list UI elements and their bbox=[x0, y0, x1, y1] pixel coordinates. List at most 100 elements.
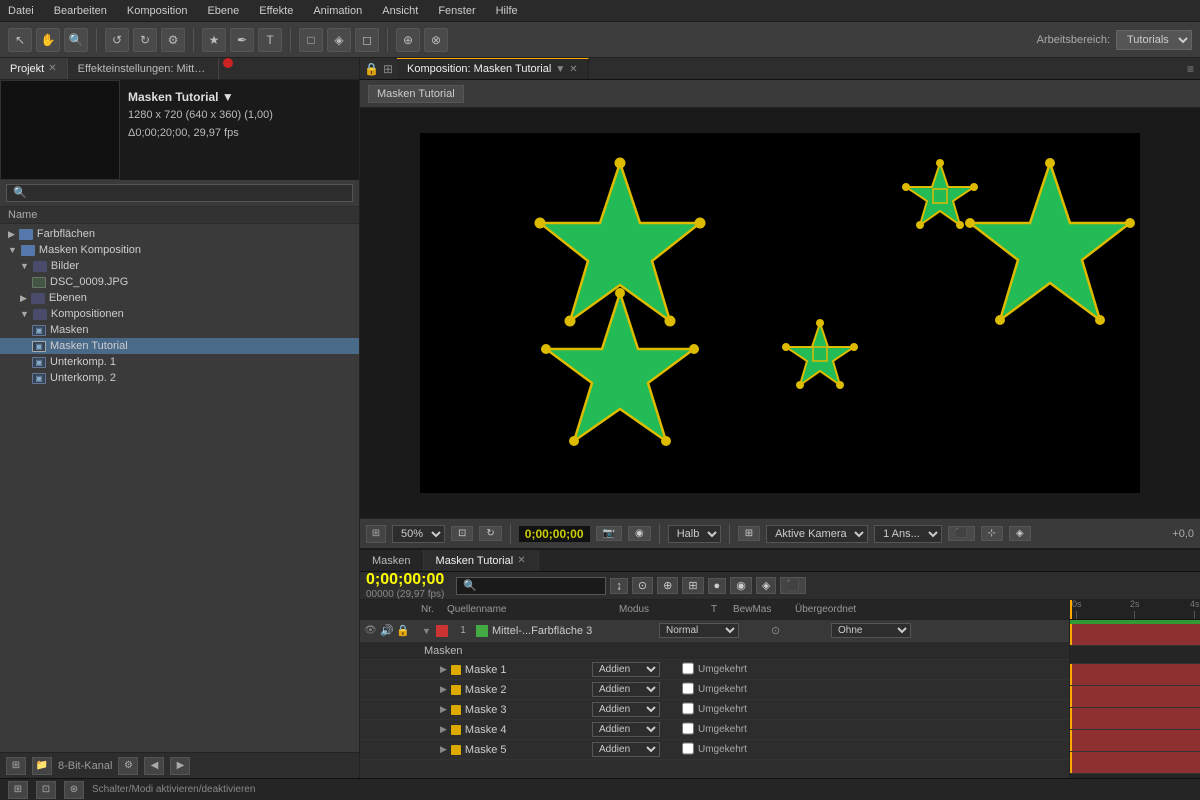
comp-tab-close[interactable]: ✕ bbox=[569, 64, 577, 75]
addieren-select-2[interactable]: Addien bbox=[592, 682, 660, 697]
next-btn[interactable]: ▶ bbox=[170, 757, 190, 775]
tool-paint[interactable]: ⊗ bbox=[424, 28, 448, 52]
menu-ansicht[interactable]: Ansicht bbox=[378, 3, 422, 19]
status-btn-3[interactable]: ⊛ bbox=[64, 781, 84, 799]
tl-tab-close[interactable]: ✕ bbox=[517, 555, 525, 566]
camera-select[interactable]: Aktive Kamera bbox=[766, 525, 868, 543]
mask-2-check[interactable] bbox=[682, 682, 696, 698]
tool-mask[interactable]: ◈ bbox=[327, 28, 351, 52]
tl-btn-7[interactable]: ◈ bbox=[756, 577, 776, 594]
mask-3-checkbox[interactable] bbox=[682, 702, 694, 715]
comp-refresh-btn[interactable]: ↻ bbox=[479, 526, 501, 541]
timeline-current-time[interactable]: 0;00;00;00 bbox=[366, 571, 444, 589]
tree-item-kompositionen[interactable]: ▼ Kompositionen bbox=[0, 306, 359, 322]
tool-settings[interactable]: ⚙ bbox=[161, 28, 185, 52]
tool-clone[interactable]: ⊕ bbox=[396, 28, 420, 52]
addieren-select-5[interactable]: Addien bbox=[592, 742, 660, 757]
status-btn-1[interactable]: ⊞ bbox=[8, 781, 28, 799]
prev-btn[interactable]: ◀ bbox=[144, 757, 164, 775]
quality-select[interactable]: Halb bbox=[668, 525, 721, 543]
grid-btn[interactable]: ⊞ bbox=[738, 526, 760, 541]
layer-row-1[interactable]: 👁 🔊 🔒 ▼ 1 Mittel-...Farbfläche 3 Normal bbox=[360, 620, 1069, 642]
comp-name-btn[interactable]: Masken Tutorial bbox=[368, 85, 464, 103]
comp-tab-masken-tutorial[interactable]: Komposition: Masken Tutorial ▼ ✕ bbox=[397, 58, 589, 79]
mask-4-check[interactable] bbox=[682, 722, 696, 738]
tl-tab-masken[interactable]: Masken bbox=[360, 550, 424, 571]
menu-effekte[interactable]: Effekte bbox=[255, 3, 297, 19]
tab-effect-settings[interactable]: Effekteinstellungen: Mittel-Grün f bbox=[68, 58, 219, 79]
menu-bearbeiten[interactable]: Bearbeiten bbox=[50, 3, 111, 19]
tl-tab-masken-tutorial[interactable]: Masken Tutorial ✕ bbox=[424, 550, 539, 571]
status-btn-2[interactable]: ⊡ bbox=[36, 781, 56, 799]
mask-5-check[interactable] bbox=[682, 742, 696, 758]
mask-1-checkbox[interactable] bbox=[682, 662, 694, 675]
mask-1-check[interactable] bbox=[682, 662, 696, 678]
comp-tab-dropdown[interactable]: ▼ bbox=[555, 64, 565, 75]
tab-project-close[interactable]: ✕ bbox=[48, 63, 56, 74]
mask-4-checkbox[interactable] bbox=[682, 722, 694, 735]
snapshot-btn[interactable]: 📷 bbox=[596, 526, 622, 541]
tree-item-masken-tutorial[interactable]: ▣ Masken Tutorial bbox=[0, 338, 359, 354]
tree-item-masken[interactable]: ▣ Masken bbox=[0, 322, 359, 338]
layer-expand-1[interactable]: ▼ bbox=[422, 626, 434, 636]
mask-2-checkbox[interactable] bbox=[682, 682, 694, 695]
tl-btn-1[interactable]: ↨ bbox=[610, 578, 628, 594]
workspace-select[interactable]: Tutorials bbox=[1116, 30, 1192, 50]
view-select[interactable]: 1 Ans... bbox=[874, 525, 942, 543]
tool-undo[interactable]: ↺ bbox=[105, 28, 129, 52]
tab-project[interactable]: Projekt ✕ bbox=[0, 58, 68, 79]
addieren-select-4[interactable]: Addien bbox=[592, 722, 660, 737]
bit-depth-btn[interactable]: ⚙ bbox=[118, 757, 138, 775]
3d-btn[interactable]: ⊹ bbox=[981, 526, 1003, 541]
tool-select[interactable]: ↖ bbox=[8, 28, 32, 52]
light-btn[interactable]: ◈ bbox=[1009, 526, 1031, 541]
addieren-select-3[interactable]: Addien bbox=[592, 702, 660, 717]
modus-select-1[interactable]: Normal bbox=[659, 623, 739, 638]
comp-playback-btn[interactable]: ⊞ bbox=[366, 525, 386, 543]
tl-btn-8[interactable]: ⬛ bbox=[780, 577, 806, 594]
tree-item-farbflachen[interactable]: ▶ Farbflächen bbox=[0, 226, 359, 242]
tl-btn-3[interactable]: ⊕ bbox=[657, 577, 678, 594]
layer-lock-1[interactable]: 🔒 bbox=[396, 624, 410, 637]
menu-fenster[interactable]: Fenster bbox=[434, 3, 479, 19]
tool-eraser[interactable]: ◻ bbox=[355, 28, 379, 52]
layer-eye-1[interactable]: 👁 bbox=[364, 625, 378, 636]
mask-row-4[interactable]: ▶ Maske 4 Addien Umgekehrt bbox=[360, 720, 1069, 740]
menu-hilfe[interactable]: Hilfe bbox=[492, 3, 522, 19]
mask-row-5[interactable]: ▶ Maske 5 Addien Umgekehrt bbox=[360, 740, 1069, 760]
tree-item-masken-komposition[interactable]: ▼ Masken Komposition bbox=[0, 242, 359, 258]
comp-menu-icon[interactable]: ≡ bbox=[1187, 62, 1194, 76]
tree-item-ebenen[interactable]: ▶ Ebenen bbox=[0, 290, 359, 306]
addieren-select-1[interactable]: Addien bbox=[592, 662, 660, 677]
tree-item-unterkomp2[interactable]: ▣ Unterkomp. 2 bbox=[0, 370, 359, 386]
tool-text[interactable]: T bbox=[258, 28, 282, 52]
tl-btn-6[interactable]: ◉ bbox=[730, 577, 752, 594]
mask-row-1[interactable]: ▶ Maske 1 Addien Umgekehrt bbox=[360, 660, 1069, 680]
menu-animation[interactable]: Animation bbox=[309, 3, 366, 19]
menu-datei[interactable]: Datei bbox=[4, 3, 38, 19]
tree-item-bilder[interactable]: ▼ Bilder bbox=[0, 258, 359, 274]
comp-fit-btn[interactable]: ⊡ bbox=[451, 526, 473, 541]
timeline-search-input[interactable] bbox=[456, 577, 606, 595]
menu-komposition[interactable]: Komposition bbox=[123, 3, 192, 19]
tree-item-unterkomp1[interactable]: ▣ Unterkomp. 1 bbox=[0, 354, 359, 370]
project-search-input[interactable] bbox=[6, 184, 353, 202]
zoom-select[interactable]: 50% bbox=[392, 525, 445, 543]
tl-btn-4[interactable]: ⊞ bbox=[682, 577, 703, 594]
tool-redo[interactable]: ↻ bbox=[133, 28, 157, 52]
mask-row-2[interactable]: ▶ Maske 2 Addien Umgekehrt bbox=[360, 680, 1069, 700]
tl-btn-2[interactable]: ⊙ bbox=[632, 577, 653, 594]
new-comp-btn[interactable]: ⊞ bbox=[6, 757, 26, 775]
mask-row-3[interactable]: ▶ Maske 3 Addien Umgekehrt bbox=[360, 700, 1069, 720]
new-folder-btn[interactable]: 📁 bbox=[32, 757, 52, 775]
tree-item-dsc0009[interactable]: DSC_0009.JPG bbox=[0, 274, 359, 290]
tool-pen[interactable]: ✒ bbox=[230, 28, 254, 52]
tool-shape[interactable]: □ bbox=[299, 28, 323, 52]
tool-zoom[interactable]: 🔍 bbox=[64, 28, 88, 52]
mask-5-checkbox[interactable] bbox=[682, 742, 694, 755]
menu-ebene[interactable]: Ebene bbox=[203, 3, 243, 19]
mask-3-check[interactable] bbox=[682, 702, 696, 718]
tool-hand[interactable]: ✋ bbox=[36, 28, 60, 52]
tl-btn-5[interactable]: ● bbox=[708, 578, 727, 594]
uber-select-1[interactable]: Ohne bbox=[831, 623, 911, 638]
